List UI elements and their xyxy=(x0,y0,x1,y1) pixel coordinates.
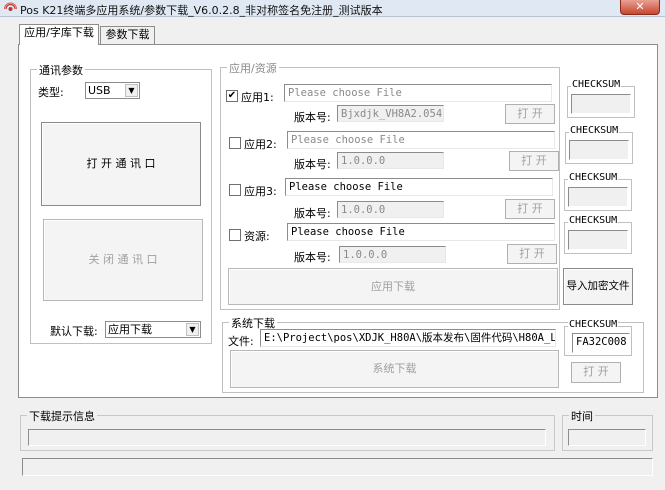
app3-label: 应用3: xyxy=(244,185,277,198)
system-file-input[interactable]: E:\Project\pos\XDJK_H80A\版本发布\固件代码\H80A_… xyxy=(260,329,556,347)
app2-label: 应用2: xyxy=(244,138,277,151)
checksum-label-4: CHECKSUM xyxy=(568,215,619,226)
chevron-down-icon: ▼ xyxy=(186,323,199,336)
checksum-group-3: CHECKSUM xyxy=(564,172,632,211)
import-encrypted-file-button[interactable]: 导入加密文件 xyxy=(563,268,633,305)
tab-param-download[interactable]: 参数下载 xyxy=(100,26,155,44)
chevron-down-icon: ▼ xyxy=(125,84,138,97)
download-info-legend: 下载提示信息 xyxy=(27,408,97,424)
resource-file-input[interactable]: Please choose File xyxy=(287,223,555,241)
download-info-field xyxy=(28,429,546,446)
system-checksum-value: FA32C008 xyxy=(572,333,630,353)
checksum-value-3 xyxy=(568,187,628,207)
app2-version-input[interactable]: 1.0.0.0 xyxy=(337,152,444,169)
type-select[interactable]: USB ▼ xyxy=(85,82,140,99)
resource-open-button[interactable]: 打 开 xyxy=(507,244,557,264)
app3-version-label: 版本号: xyxy=(294,207,331,220)
app1-open-button[interactable]: 打 开 xyxy=(505,104,555,124)
system-checksum-label: CHECKSUM xyxy=(568,319,619,330)
checksum-value-1 xyxy=(571,94,631,114)
open-port-button[interactable]: 打 开 通 讯 口 xyxy=(41,122,201,206)
app-icon xyxy=(4,2,17,11)
app1-version-input[interactable]: Bjxdjk_VH8A2.054 xyxy=(337,105,444,122)
default-download-label: 默认下载: xyxy=(50,325,98,338)
checksum-label-2: CHECKSUM xyxy=(569,125,620,136)
app1-version-label: 版本号: xyxy=(294,111,331,124)
resource-label: 资源: xyxy=(244,230,270,243)
checksum-group-2: CHECKSUM xyxy=(565,125,633,164)
app2-checkbox[interactable] xyxy=(229,137,241,149)
checksum-label-1: CHECKSUM xyxy=(571,79,622,90)
system-download-button[interactable]: 系统下载 xyxy=(230,350,559,388)
system-checksum-group: CHECKSUM FA32C008 xyxy=(564,319,632,356)
system-open-button[interactable]: 打 开 xyxy=(571,362,621,383)
type-value: USB xyxy=(88,84,111,97)
resource-version-label: 版本号: xyxy=(294,251,331,264)
resource-version-input[interactable]: 1.0.0.0 xyxy=(339,246,446,263)
app1-file-input[interactable]: Please choose File xyxy=(284,84,552,102)
close-button[interactable]: ✕ xyxy=(620,0,660,15)
app1-checkbox[interactable]: ✔ xyxy=(226,90,238,102)
comm-params-group: 通讯参数 xyxy=(30,62,212,344)
app3-checkbox[interactable] xyxy=(229,184,241,196)
close-port-button[interactable]: 关 闭 通 讯 口 xyxy=(43,219,203,301)
tab-app-font-download[interactable]: 应用/字库下载 xyxy=(19,24,99,45)
app2-file-input[interactable]: Please choose File xyxy=(287,131,555,149)
checksum-value-2 xyxy=(569,140,629,160)
app3-version-input[interactable]: 1.0.0.0 xyxy=(337,201,444,218)
close-icon: ✕ xyxy=(635,0,645,13)
app1-label: 应用1: xyxy=(241,91,274,104)
type-label: 类型: xyxy=(38,86,64,99)
progress-bar xyxy=(22,458,653,476)
app2-open-button[interactable]: 打 开 xyxy=(509,151,559,171)
checksum-group-4: CHECKSUM xyxy=(564,215,632,254)
resource-checkbox[interactable] xyxy=(229,229,241,241)
time-legend: 时间 xyxy=(569,408,595,424)
app2-version-label: 版本号: xyxy=(294,158,331,171)
time-field xyxy=(568,429,646,446)
resources-legend: 应用/资源 xyxy=(227,60,279,76)
checksum-label-3: CHECKSUM xyxy=(568,172,619,183)
default-download-select[interactable]: 应用下载 ▼ xyxy=(105,321,201,338)
app3-open-button[interactable]: 打 开 xyxy=(505,199,555,219)
app-download-button[interactable]: 应用下载 xyxy=(228,268,558,305)
comm-params-legend: 通讯参数 xyxy=(37,62,85,78)
default-download-value: 应用下载 xyxy=(108,323,152,336)
app3-file-input[interactable]: Please choose File xyxy=(285,178,553,196)
checksum-group-1: CHECKSUM xyxy=(567,79,635,118)
checksum-value-4 xyxy=(568,230,628,250)
window-title: Pos K21终端多应用系统/参数下载_V6.0.2.8_非对称签名免注册_测试… xyxy=(20,4,383,17)
system-file-label: 文件: xyxy=(228,335,254,348)
